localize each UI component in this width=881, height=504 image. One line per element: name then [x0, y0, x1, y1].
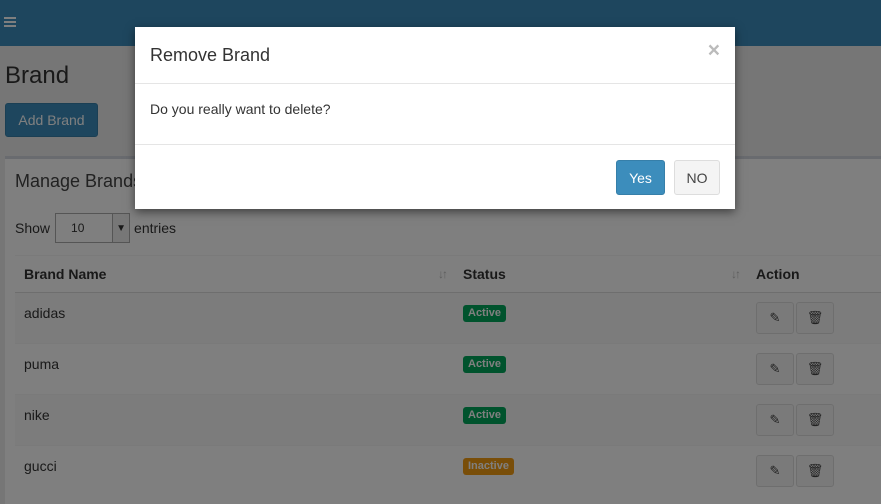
confirm-message: Do you really want to delete?: [150, 101, 331, 117]
confirm-yes-button[interactable]: Yes: [616, 160, 665, 195]
modal-title: Remove Brand: [150, 45, 271, 65]
modal-footer: Yes NO: [135, 145, 735, 209]
confirm-no-button[interactable]: NO: [674, 160, 720, 195]
close-icon[interactable]: ×: [708, 39, 720, 63]
remove-brand-dialog: Remove Brand × Do you really want to del…: [135, 27, 735, 209]
modal-body: Do you really want to delete?: [135, 84, 735, 145]
modal-header: Remove Brand ×: [135, 27, 735, 84]
